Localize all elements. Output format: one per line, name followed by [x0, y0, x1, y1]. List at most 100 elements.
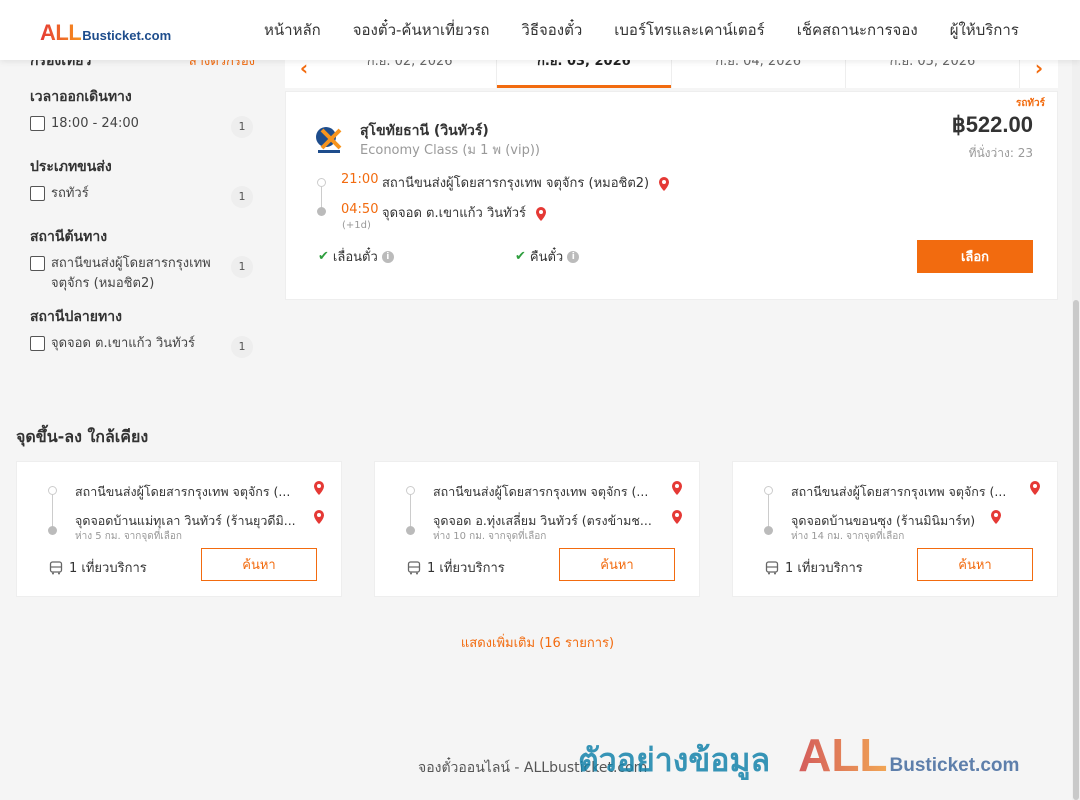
nearby-card: สถานีขนส่งผู้โดยสารกรุงเทพ จตุจักร (... … — [732, 461, 1058, 597]
nav-operators[interactable]: ผู้ให้บริการ — [950, 18, 1019, 42]
map-pin-icon[interactable] — [656, 176, 672, 192]
bus-icon — [765, 560, 779, 574]
departure-dot-icon — [317, 178, 326, 187]
nearby-search-button[interactable]: ค้นหา — [559, 548, 675, 581]
nearby-from: สถานีขนส่งผู้โดยสารกรุงเทพ จตุจักร (... — [433, 484, 649, 499]
filter-option-destination[interactable]: จุดจอด ต.เขาแก้ว วินทัวร์ 1 — [30, 334, 255, 358]
header: ALL Busticket.com หน้าหลัก จองตั๋ว-ค้นหา… — [0, 0, 1080, 60]
arrival-dot-icon — [406, 526, 415, 535]
nearby-distance: ห่าง 5 กม. จากจุดที่เลือก — [75, 531, 182, 542]
scrollbar-thumb[interactable] — [1073, 300, 1079, 800]
map-pin-icon[interactable] — [311, 509, 327, 525]
route-timeline — [410, 492, 411, 530]
nearby-to: จุดจอด อ.ทุ่งเสลี่ยม วินทัวร์ (ตรงข้ามช.… — [433, 513, 652, 528]
nav-home[interactable]: หน้าหลัก — [264, 18, 321, 42]
service-count: 1 เที่ยวบริการ — [69, 561, 147, 576]
watermark-logo-text: Busticket.com — [889, 755, 1020, 776]
filter-group-transport-type: ประเภทขนส่ง — [30, 159, 112, 175]
bus-icon — [407, 560, 421, 574]
transport-type-tag: รถทัวร์ — [1015, 98, 1045, 109]
nearby-service: 1 เที่ยวบริการ — [765, 557, 863, 578]
departure-stop: สถานีขนส่งผู้โดยสารกรุงเทพ จตุจักร (หมอช… — [382, 172, 672, 193]
nearby-distance: ห่าง 10 กม. จากจุดที่เลือก — [433, 531, 547, 542]
nav-book-search[interactable]: จองตั๋ว-ค้นหาเที่ยวรถ — [353, 18, 490, 42]
filter-option-label: สถานีขนส่งผู้โดยสารกรุงเทพ จตุจักร (หมอช… — [51, 256, 211, 291]
checkbox[interactable] — [30, 186, 45, 201]
seats-available: ที่นั่งว่าง: 23 — [968, 146, 1033, 160]
info-icon[interactable]: i — [567, 250, 580, 263]
nearby-to: จุดจอดบ้านขอนซุง (ร้านมินิมาร์ท) — [791, 513, 976, 528]
nearby-distance: ห่าง 14 กม. จากจุดที่เลือก — [791, 531, 905, 542]
nav-phone-counter[interactable]: เบอร์โทรและเคาน์เตอร์ — [614, 18, 764, 42]
map-pin-icon[interactable] — [988, 509, 1004, 525]
nav-how-to-book[interactable]: วิธีจองตั๋ว — [521, 18, 582, 42]
nearby-from: สถานีขนส่งผู้โดยสารกรุงเทพ จตุจักร (... — [75, 484, 291, 499]
nearby-service: 1 เที่ยวบริการ — [407, 557, 505, 578]
watermark-logo-all: ALL — [798, 729, 888, 781]
select-trip-button[interactable]: เลือก — [917, 240, 1033, 273]
show-more-link[interactable]: แสดงเพิ่มเติม (16 รายการ) — [0, 632, 1075, 653]
departure-dot-icon — [764, 486, 773, 495]
feature-reschedule: ✔ เลื่อนตั๋ว i — [318, 246, 394, 267]
check-icon: ✔ — [515, 249, 526, 264]
filter-option-time[interactable]: 18:00 - 24:00 1 — [30, 114, 255, 138]
nearby-card: สถานีขนส่งผู้โดยสารกรุงเทพ จตุจักร (... … — [374, 461, 700, 597]
filter-group-departure-time: เวลาออกเดินทาง — [30, 89, 132, 105]
nav-check-status[interactable]: เช็คสถานะการจอง — [797, 18, 918, 42]
sample-data-watermark: ตัวอย่างข้อมูล ALL Busticket.com — [578, 728, 1019, 786]
service-count: 1 เที่ยวบริการ — [785, 561, 863, 576]
nearby-search-button[interactable]: ค้นหา — [201, 548, 317, 581]
nearby-card: สถานีขนส่งผู้โดยสารกรุงเทพ จตุจักร (... … — [16, 461, 342, 597]
nearby-from: สถานีขนส่งผู้โดยสารกรุงเทพ จตุจักร (... — [791, 484, 1007, 499]
nearby-search-button[interactable]: ค้นหา — [917, 548, 1033, 581]
arrival-dot-icon — [764, 526, 773, 535]
check-icon: ✔ — [318, 249, 329, 264]
arrival-stop-name: จุดจอด ต.เขาแก้ว วินทัวร์ — [382, 206, 526, 221]
map-pin-icon[interactable] — [311, 480, 327, 496]
filter-count-badge: 1 — [231, 116, 253, 138]
checkbox[interactable] — [30, 256, 45, 271]
arrival-dot-icon — [317, 207, 326, 216]
trip-card: รถทัวร์ สุโขทัยธานี (วินทัวร์) Economy C… — [285, 91, 1058, 300]
map-pin-icon[interactable] — [533, 206, 549, 222]
operator-logo — [316, 127, 342, 153]
nearby-to: จุดจอดบ้านแม่ทุเลา วินทัวร์ (ร้านยุวดีมิ… — [75, 513, 296, 528]
route-timeline — [768, 492, 769, 530]
arrival-time: 04:50 — [341, 202, 379, 217]
departure-dot-icon — [48, 486, 57, 495]
feature-label: เลื่อนตั๋ว — [332, 250, 378, 265]
nearby-stops-title: จุดขึ้น-ลง ใกล้เคียง — [16, 427, 149, 446]
page-scrollbar[interactable] — [1072, 60, 1080, 800]
departure-stop-name: สถานีขนส่งผู้โดยสารกรุงเทพ จตุจักร (หมอช… — [382, 176, 650, 191]
filter-count-badge: 1 — [231, 256, 253, 278]
map-pin-icon[interactable] — [669, 480, 685, 496]
logo-text: Busticket.com — [82, 28, 172, 43]
filter-option-label: 18:00 - 24:00 — [51, 116, 139, 131]
departure-time: 21:00 — [341, 172, 379, 187]
checkbox[interactable] — [30, 116, 45, 131]
map-pin-icon[interactable] — [1027, 480, 1043, 496]
map-pin-icon[interactable] — [669, 509, 685, 525]
filter-option-label: รถทัวร์ — [51, 186, 89, 201]
next-day-indicator: (+1d) — [342, 220, 371, 231]
route-timeline — [52, 492, 53, 530]
arrival-dot-icon — [48, 526, 57, 535]
feature-label: คืนตั๋ว — [529, 250, 564, 265]
filter-option-origin[interactable]: สถานีขนส่งผู้โดยสารกรุงเทพ จตุจักร (หมอช… — [30, 254, 255, 294]
site-logo[interactable]: ALL Busticket.com — [40, 20, 171, 46]
logo-all: ALL — [40, 20, 82, 45]
filter-count-badge: 1 — [231, 186, 253, 208]
departure-dot-icon — [406, 486, 415, 495]
ticket-price: ฿522.00 — [951, 112, 1033, 137]
checkbox[interactable] — [30, 336, 45, 351]
seat-class: Economy Class (ม 1 พ (vip)) — [360, 143, 540, 158]
info-icon[interactable]: i — [381, 250, 394, 263]
filter-group-origin: สถานีต้นทาง — [30, 229, 108, 245]
filter-option-bus[interactable]: รถทัวร์ 1 — [30, 184, 255, 208]
filter-group-destination: สถานีปลายทาง — [30, 309, 122, 325]
service-count: 1 เที่ยวบริการ — [427, 561, 505, 576]
bus-icon — [49, 560, 63, 574]
feature-refund: ✔ คืนตั๋ว i — [515, 246, 580, 267]
filter-sidebar: กรองเที่ยว ล้างตัวกรอง เวลาออกเดินทาง 18… — [30, 50, 255, 358]
filter-option-label: จุดจอด ต.เขาแก้ว วินทัวร์ — [51, 336, 195, 351]
